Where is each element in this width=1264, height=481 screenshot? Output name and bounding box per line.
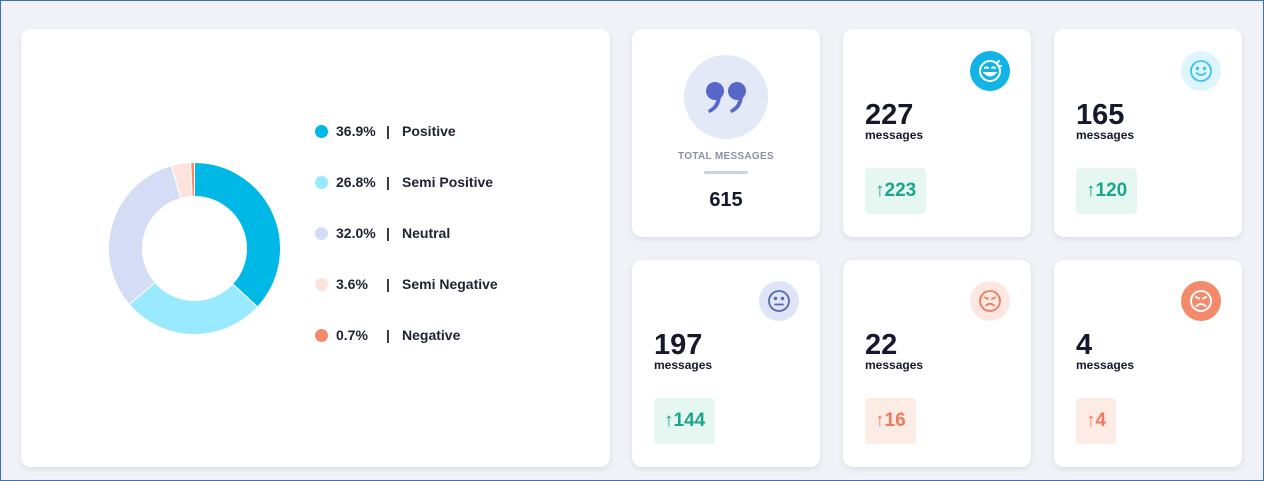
quote-icon <box>684 55 768 139</box>
legend-label: Positive <box>402 123 456 139</box>
sentiment-chart-card: 36.9% | Positive 26.8% | Semi Positive 3… <box>21 29 610 467</box>
total-messages-card[interactable]: TOTAL MESSAGES 615 <box>632 29 820 237</box>
legend-percent: 36.9% <box>336 123 376 139</box>
change-badge: ↑144 <box>654 398 716 444</box>
legend-separator: | <box>386 327 390 343</box>
legend-separator: | <box>386 276 390 292</box>
neutral-messages-card[interactable]: 197 messages ↑144 <box>632 260 820 467</box>
total-messages-label: TOTAL MESSAGES <box>678 151 774 162</box>
annoyed-face-icon <box>970 281 1010 321</box>
message-count: 4 <box>1076 329 1093 361</box>
message-unit: messages <box>654 358 713 372</box>
positive-messages-card[interactable]: 227 messages ↑223 <box>843 29 1031 237</box>
message-count: 22 <box>865 329 898 361</box>
legend-percent: 0.7% <box>336 327 368 343</box>
angry-face-icon <box>1181 281 1221 321</box>
neutral-face-icon <box>759 281 799 321</box>
semi-negative-messages-card[interactable]: 22 messages ↑16 <box>843 260 1031 467</box>
negative-messages-card[interactable]: 4 messages ↑4 <box>1054 260 1242 467</box>
legend-label: Neutral <box>402 225 451 241</box>
smile-face-icon <box>1181 51 1221 91</box>
change-badge: ↑120 <box>1076 168 1138 214</box>
donut-slice-positive[interactable] <box>194 161 281 308</box>
message-count: 165 <box>1076 99 1125 131</box>
change-badge: ↑4 <box>1076 398 1117 444</box>
message-count: 197 <box>654 329 703 361</box>
total-messages-value: 615 <box>709 189 743 211</box>
legend-dot <box>315 328 328 342</box>
legend-item-neutral[interactable]: 32.0% | Neutral <box>315 223 450 243</box>
change-badge: ↑223 <box>865 168 927 214</box>
legend-item-semi-positive[interactable]: 26.8% | Semi Positive <box>315 172 493 192</box>
legend-item-semi-negative[interactable]: 3.6% | Semi Negative <box>315 274 498 294</box>
legend-item-negative[interactable]: 0.7% | Negative <box>315 325 460 345</box>
divider <box>704 171 748 174</box>
message-unit: messages <box>865 358 924 372</box>
message-unit: messages <box>1076 358 1135 372</box>
message-unit: messages <box>1076 128 1135 142</box>
laughing-face-icon <box>970 51 1010 91</box>
legend-label: Semi Negative <box>402 276 498 292</box>
legend-item-positive[interactable]: 36.9% | Positive <box>315 121 456 141</box>
legend-dot <box>315 124 328 138</box>
legend-label: Semi Positive <box>402 174 494 190</box>
sentiment-donut-chart <box>108 161 281 335</box>
legend-dot <box>315 277 328 291</box>
legend-dot <box>315 175 328 189</box>
message-unit: messages <box>865 128 924 142</box>
legend-percent: 3.6% <box>336 276 368 292</box>
donut-slice-semi-positive[interactable] <box>128 281 259 335</box>
donut-slice-neutral[interactable] <box>108 165 182 306</box>
change-badge: ↑16 <box>865 398 916 444</box>
legend-percent: 32.0% <box>336 225 376 241</box>
legend-percent: 26.8% <box>336 174 376 190</box>
semi-positive-messages-card[interactable]: 165 messages ↑120 <box>1054 29 1242 237</box>
legend-label: Negative <box>402 327 461 343</box>
legend-separator: | <box>386 174 390 190</box>
legend-separator: | <box>386 225 390 241</box>
dashboard-panel: 36.9% | Positive 26.8% | Semi Positive 3… <box>0 0 1264 481</box>
message-count: 227 <box>865 99 914 131</box>
legend-separator: | <box>386 123 390 139</box>
legend-dot <box>315 226 328 240</box>
